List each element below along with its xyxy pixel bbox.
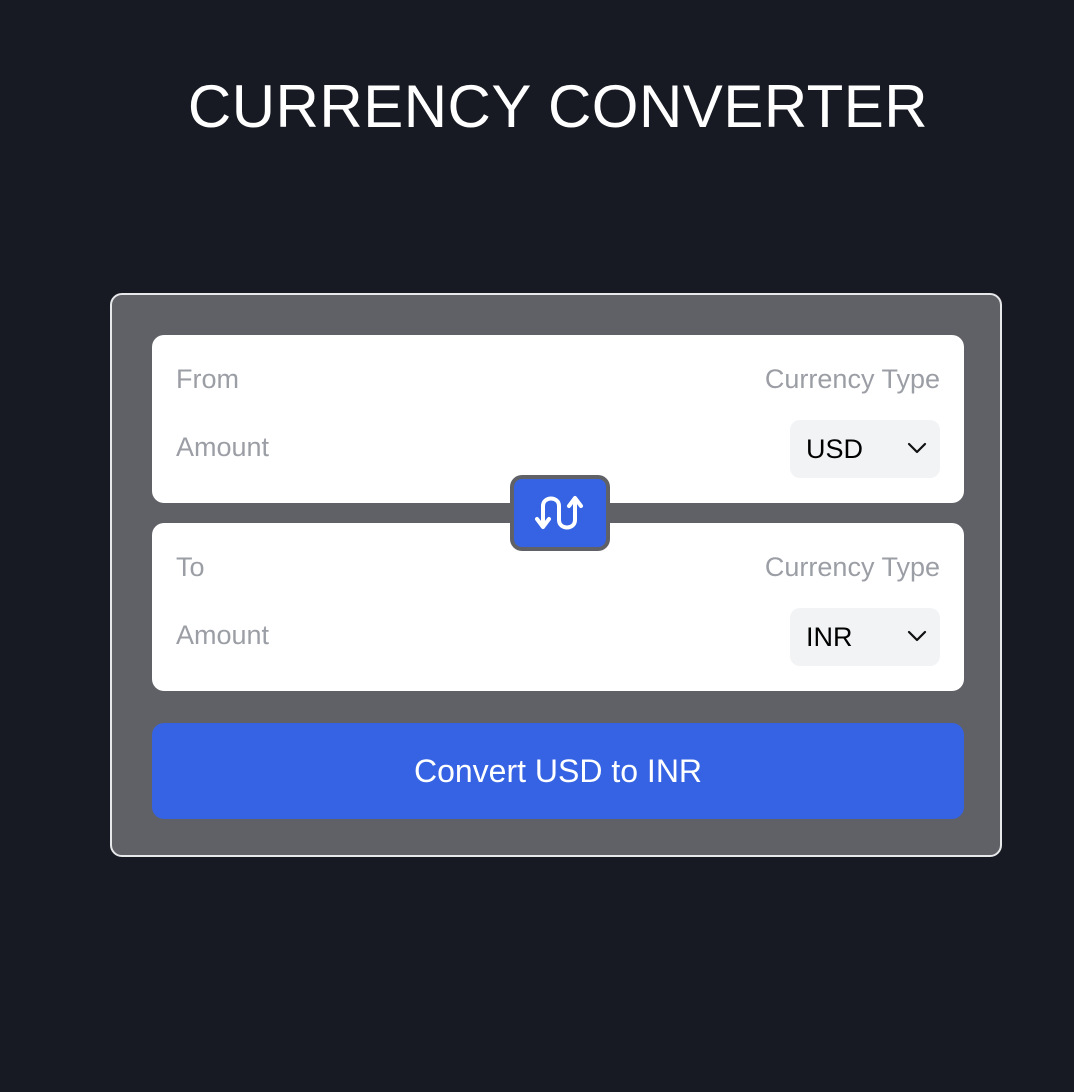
from-amount-input[interactable] bbox=[172, 425, 700, 469]
from-label: From bbox=[176, 364, 239, 394]
chevron-down-icon bbox=[907, 630, 927, 642]
to-amount-input[interactable] bbox=[172, 613, 700, 657]
swap-button-frame bbox=[510, 475, 610, 551]
from-currency-value: USD bbox=[806, 434, 864, 464]
swap-button[interactable] bbox=[514, 479, 606, 547]
page-title: CURRENCY CONVERTER bbox=[187, 73, 929, 140]
from-currency-select[interactable]: USD bbox=[790, 420, 940, 478]
from-currency-type-label: Currency Type bbox=[764, 364, 940, 394]
to-currency-type-label: Currency Type bbox=[764, 552, 940, 582]
swap-vertical-arrows-icon bbox=[535, 496, 583, 530]
to-label: To bbox=[176, 552, 205, 582]
convert-button[interactable]: Convert USD to INR bbox=[152, 723, 964, 819]
chevron-down-icon bbox=[907, 442, 927, 454]
to-currency-select[interactable]: INR bbox=[790, 608, 940, 666]
to-currency-value: INR bbox=[806, 622, 853, 652]
converter-card: From Amount Currency Type USD To Amount … bbox=[110, 293, 1002, 857]
